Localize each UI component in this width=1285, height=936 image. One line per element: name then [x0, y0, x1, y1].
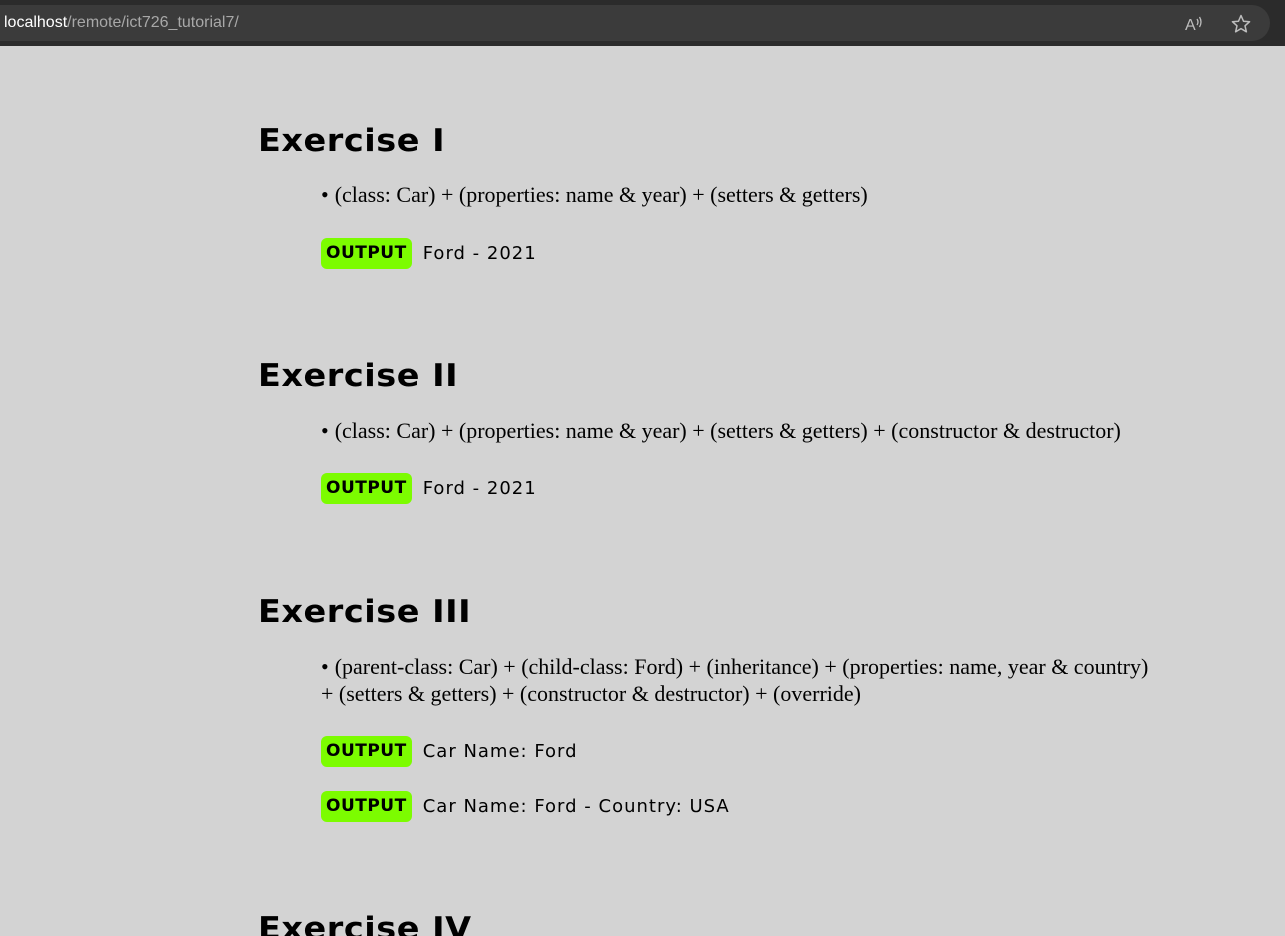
exercise-description: • (class: Car) + (properties: name & year… — [321, 417, 1261, 444]
bullet: • — [321, 182, 329, 207]
exercise-description: • (parent-class: Car) + (child-class: For… — [321, 653, 1161, 707]
address-bar[interactable]: localhost/remote/ict726_tutorial7/ A — [0, 5, 1270, 41]
output-badge: OUTPUT — [321, 237, 412, 269]
exercise-description: • (class: Car) + (properties: name & year… — [321, 181, 1221, 208]
output-badge: OUTPUT — [321, 472, 412, 504]
page-content: Exercise I • (class: Car) + (properties: … — [0, 46, 1285, 936]
exercise-title: Exercise II — [258, 358, 459, 394]
exercise-title: Exercise I — [258, 123, 446, 159]
output-row: OUTPUT Ford - 2021 — [321, 237, 537, 269]
exercise-section: Exercise IV — [258, 914, 471, 936]
description-text: (parent-class: Car) + (child-class: Ford… — [321, 654, 1149, 706]
browser-toolbar: localhost/remote/ict726_tutorial7/ A — [0, 0, 1285, 46]
exercise-section: Exercise II • (class: Car) + (properties:… — [258, 361, 1121, 504]
output-row: OUTPUT Car Name: Ford - Country: USA — [321, 790, 730, 822]
bullet: • — [321, 418, 329, 443]
output-text: Car Name: Ford - Country: USA — [422, 795, 730, 817]
exercise-section: Exercise III • (parent-class: Car) + (chi… — [258, 597, 1148, 822]
url-host: localhost — [4, 14, 68, 31]
output-text: Car Name: Ford — [422, 740, 578, 762]
output-row: OUTPUT Car Name: Ford — [321, 735, 578, 767]
read-aloud-icon[interactable]: A — [1183, 13, 1205, 35]
url-path: /remote/ict726_tutorial7/ — [67, 14, 239, 31]
output-badge: OUTPUT — [321, 790, 412, 822]
favorite-star-icon[interactable] — [1230, 13, 1252, 35]
description-text: (class: Car) + (properties: name & year)… — [334, 418, 1121, 443]
output-badge: OUTPUT — [321, 735, 412, 767]
url-text[interactable]: localhost/remote/ict726_tutorial7/ — [4, 14, 239, 32]
exercise-title: Exercise IV — [258, 911, 472, 936]
bullet: • — [321, 654, 329, 679]
output-row: OUTPUT Ford - 2021 — [321, 472, 537, 504]
output-text: Ford - 2021 — [422, 477, 537, 499]
exercise-section: Exercise I • (class: Car) + (properties: … — [258, 126, 868, 269]
svg-text:A: A — [1185, 17, 1196, 34]
output-text: Ford - 2021 — [422, 242, 537, 264]
exercise-title: Exercise III — [258, 594, 472, 630]
description-text: (class: Car) + (properties: name & year)… — [334, 182, 868, 207]
